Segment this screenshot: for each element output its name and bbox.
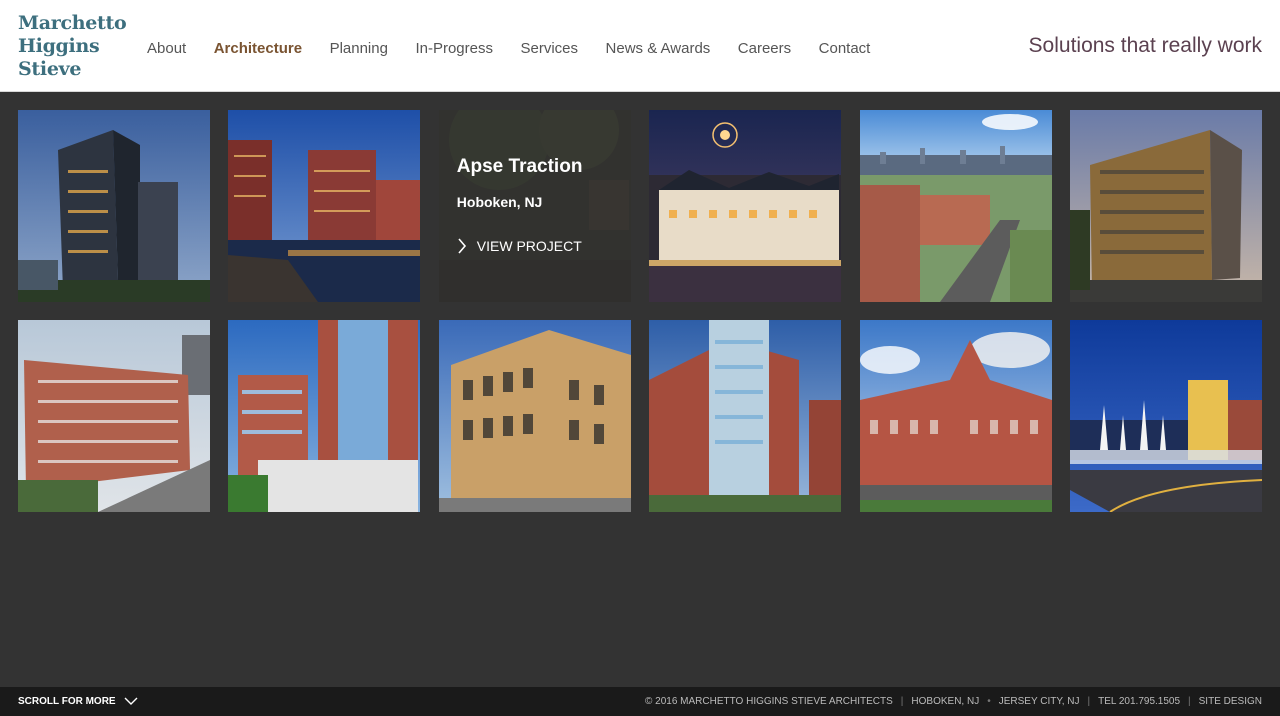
site-header: Marchetto Higgins Stieve About Architect…	[0, 0, 1280, 92]
tagline: Solutions that really work	[1028, 34, 1262, 57]
nav-services[interactable]: Services	[520, 40, 578, 57]
nav-careers[interactable]: Careers	[738, 40, 791, 57]
project-image	[859, 320, 1052, 512]
project-tile[interactable]	[649, 320, 842, 512]
project-grid: Apse Traction Hoboken, NJ VIEW PROJECT	[18, 110, 1262, 512]
nav-news-awards[interactable]: News & Awards	[606, 40, 711, 57]
footer-separator: |	[900, 696, 904, 707]
project-tile[interactable]	[18, 110, 210, 302]
project-tile[interactable]	[859, 320, 1052, 512]
project-image	[649, 320, 842, 512]
logo-line-3: Stieve	[18, 58, 82, 80]
project-image	[228, 110, 421, 302]
nav-in-progress[interactable]: In-Progress	[415, 40, 493, 57]
chevron-right-icon	[458, 238, 466, 254]
project-image	[859, 110, 1052, 302]
project-tile[interactable]	[228, 110, 421, 302]
phone-link[interactable]: TEL 201.795.1505	[1098, 696, 1180, 707]
project-tile[interactable]	[859, 110, 1052, 302]
chevron-down-icon	[124, 697, 138, 705]
project-tile[interactable]	[649, 110, 842, 302]
site-design-link[interactable]: SITE DESIGN	[1199, 696, 1262, 707]
copyright-text: © 2016 MARCHETTO HIGGINS STIEVE ARCHITEC…	[645, 696, 893, 707]
footer-separator: |	[1188, 696, 1191, 707]
project-tile[interactable]	[438, 320, 631, 512]
office-hoboken: HOBOKEN, NJ	[911, 696, 980, 707]
nav-contact[interactable]: Contact	[819, 40, 871, 57]
project-tile[interactable]	[18, 320, 210, 512]
project-image	[18, 110, 210, 302]
project-title: Apse Traction	[456, 156, 583, 177]
footer-info: © 2016 MARCHETTO HIGGINS STIEVE ARCHITEC…	[645, 696, 1262, 707]
site-logo[interactable]: Marchetto Higgins Stieve	[18, 12, 128, 81]
nav-about[interactable]: About	[147, 40, 186, 57]
project-tile[interactable]	[1069, 320, 1262, 512]
view-project-link[interactable]: VIEW PROJECT	[457, 238, 613, 254]
project-image	[1069, 110, 1262, 302]
scroll-label: SCROLL FOR MORE	[18, 696, 116, 707]
site-footer: SCROLL FOR MORE © 2016 MARCHETTO HIGGINS…	[0, 687, 1280, 716]
logo-line-1: Marchetto	[18, 12, 127, 34]
nav-planning[interactable]: Planning	[330, 40, 388, 57]
footer-dot: •	[987, 696, 991, 707]
footer-separator: |	[1087, 696, 1091, 707]
office-jersey-city: JERSEY CITY, NJ	[998, 696, 1080, 707]
project-tile[interactable]	[228, 320, 421, 512]
project-image	[1069, 320, 1262, 512]
nav-architecture[interactable]: Architecture	[214, 40, 302, 57]
project-image	[438, 320, 631, 512]
logo-line-2: Higgins	[18, 35, 100, 57]
project-location: Hoboken, NJ	[456, 194, 543, 210]
main-nav: About Architecture Planning In-Progress …	[147, 40, 898, 57]
project-image	[18, 320, 210, 512]
scroll-for-more-button[interactable]: SCROLL FOR MORE	[18, 696, 138, 707]
project-hover-overlay: Apse Traction Hoboken, NJ VIEW PROJECT	[438, 110, 631, 302]
project-tile-apse-traction[interactable]: Apse Traction Hoboken, NJ VIEW PROJECT	[438, 110, 631, 302]
view-project-label: VIEW PROJECT	[476, 238, 582, 254]
project-tile[interactable]	[1069, 110, 1262, 302]
project-image	[649, 110, 842, 302]
project-image	[228, 320, 421, 512]
